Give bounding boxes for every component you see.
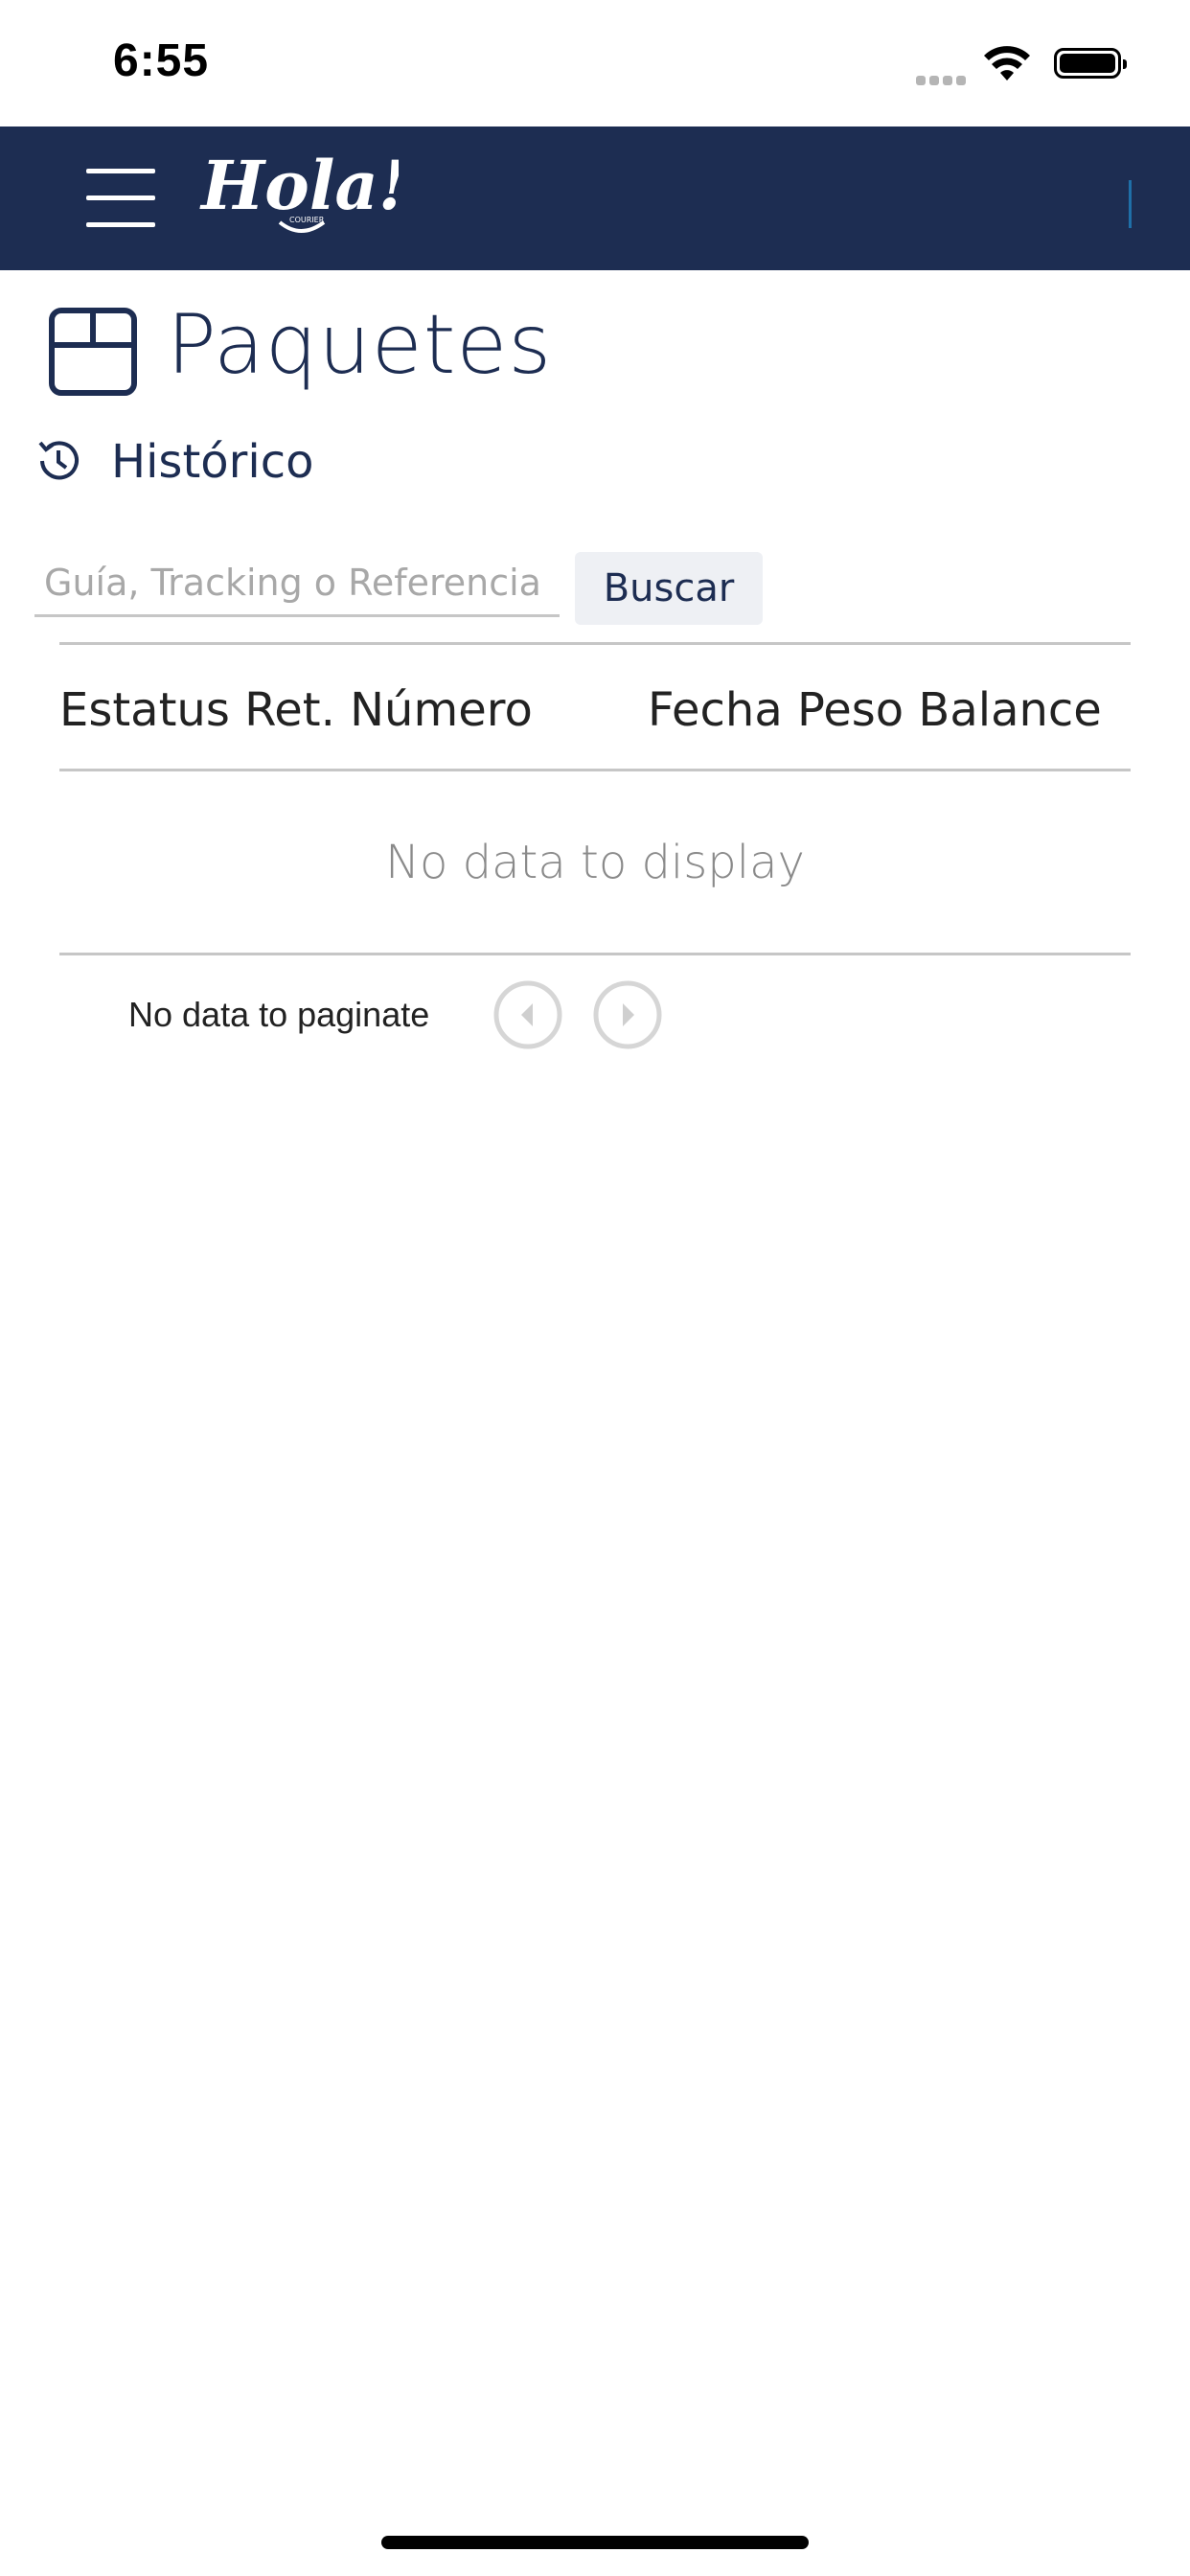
wifi-icon (983, 46, 1031, 86)
chevron-left-circle-icon[interactable] (492, 979, 563, 1050)
chevron-right-circle-icon[interactable] (592, 979, 663, 1050)
table-header-left: Estatus Ret. Número (59, 683, 533, 737)
package-box-icon (48, 307, 138, 401)
nav-divider (1129, 180, 1132, 228)
table-divider (59, 769, 1131, 771)
logo-subtext: COURIER (289, 216, 325, 224)
hola-logo: Hola! COURIER (197, 144, 408, 249)
table-divider (59, 953, 1131, 955)
battery-icon (1054, 48, 1127, 79)
search-button[interactable]: Buscar (575, 552, 763, 625)
status-time: 6:55 (113, 35, 210, 86)
top-navbar: Hola! COURIER (0, 126, 1190, 270)
hamburger-menu-icon[interactable] (86, 169, 155, 227)
table-header: Estatus Ret. Número Fecha Peso Balance (59, 645, 1131, 771)
signal-icon (916, 71, 970, 89)
history-label: Histórico (111, 435, 314, 489)
status-bar: 6:55 (0, 0, 1190, 126)
logo-text: Hola! (199, 146, 399, 225)
search-input[interactable] (34, 550, 560, 617)
home-indicator (381, 2536, 809, 2549)
page-title: Paquetes (167, 297, 553, 393)
table-header-right: Fecha Peso Balance (648, 683, 1102, 737)
pager-status: No data to paginate (128, 995, 430, 1034)
history-clock-icon (38, 441, 79, 480)
empty-message: No data to display (385, 836, 805, 889)
